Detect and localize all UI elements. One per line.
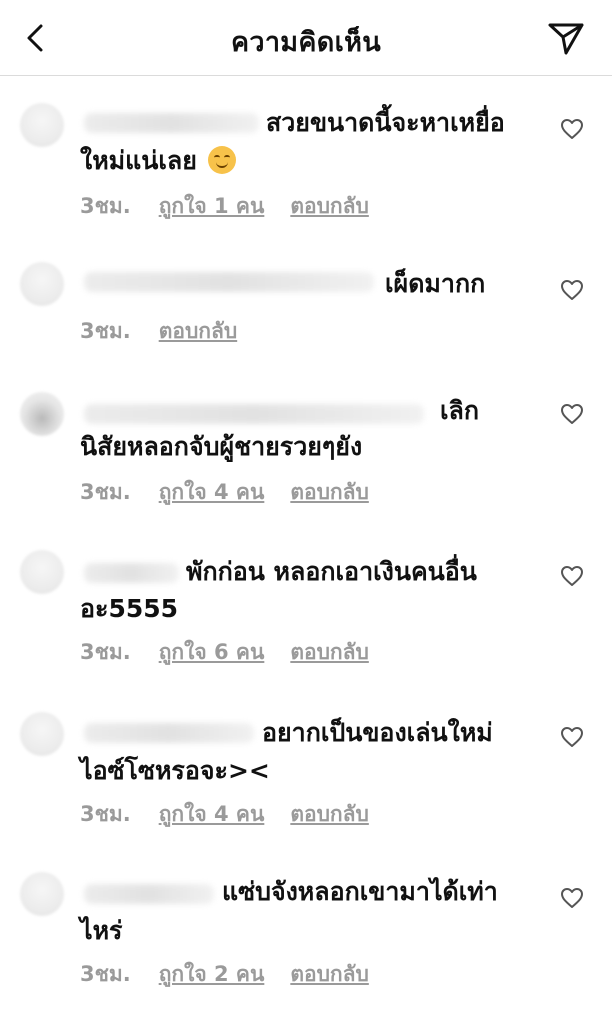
comment-text-cont: ไหร่ bbox=[80, 916, 123, 945]
comment-text-cont: นิสัยหลอกจับผู้ชายรวยๆยัง bbox=[80, 432, 363, 461]
comment-text: เผ็ดมากก bbox=[385, 269, 486, 298]
comment-text: พักก่อน หลอกเอาเงินคนอื่น bbox=[186, 557, 477, 586]
username-blurred[interactable] bbox=[84, 884, 214, 904]
comment-meta: 3ชม. ถูกใจ 1 คน ตอบกลับ bbox=[80, 190, 369, 223]
comment-meta: 3ชม. ถูกใจ 4 คน ตอบกลับ bbox=[80, 476, 369, 509]
username-blurred[interactable] bbox=[84, 272, 374, 292]
comment-text-cont: ใหม่แน่เลย bbox=[80, 142, 236, 180]
comment-text: เลิก bbox=[440, 396, 480, 425]
comment-text: แซ่บจังหลอกเขามาได้เท่า bbox=[222, 877, 498, 906]
heart-icon[interactable] bbox=[560, 118, 584, 140]
heart-icon[interactable] bbox=[560, 726, 584, 748]
comment-meta: 3ชม. ถูกใจ 4 คน ตอบกลับ bbox=[80, 798, 369, 831]
comment-time: 3ชม. bbox=[80, 480, 131, 504]
comment-time: 3ชม. bbox=[80, 194, 131, 218]
comment-time: 3ชม. bbox=[80, 640, 131, 664]
likes-link[interactable]: ถูกใจ 1 คน bbox=[159, 190, 265, 223]
username-blurred[interactable] bbox=[84, 563, 179, 583]
comment-text-line2: ใหม่แน่เลย bbox=[80, 146, 197, 175]
avatar[interactable] bbox=[20, 712, 64, 756]
comment-time: 3ชม. bbox=[80, 319, 131, 343]
username-blurred[interactable] bbox=[84, 723, 254, 743]
avatar[interactable] bbox=[20, 550, 64, 594]
comment-text-cont: ไอซ์โซหรอจะ>< bbox=[80, 756, 270, 785]
comment-text: สวยขนาดนี้จะหาเหยื่อ bbox=[266, 108, 505, 137]
likes-link[interactable]: ถูกใจ 6 คน bbox=[159, 636, 265, 669]
heart-icon[interactable] bbox=[560, 887, 584, 909]
username-blurred[interactable] bbox=[84, 404, 424, 424]
reply-link[interactable]: ตอบกลับ bbox=[290, 476, 369, 509]
avatar[interactable] bbox=[20, 262, 64, 306]
reply-link[interactable]: ตอบกลับ bbox=[290, 636, 369, 669]
send-icon bbox=[548, 23, 584, 55]
avatar[interactable] bbox=[20, 872, 64, 916]
heart-icon[interactable] bbox=[560, 565, 584, 587]
comment-text-cont: อะ5555 bbox=[80, 594, 179, 623]
comment-meta: 3ชม. ถูกใจ 6 คน ตอบกลับ bbox=[80, 636, 369, 669]
comment-meta: 3ชม. ตอบกลับ bbox=[80, 315, 237, 348]
comment-time: 3ชม. bbox=[80, 802, 131, 826]
comment-text: อยากเป็นของเล่นใหม่ bbox=[262, 718, 493, 747]
reply-link[interactable]: ตอบกลับ bbox=[290, 190, 369, 223]
reply-link[interactable]: ตอบกลับ bbox=[159, 315, 238, 348]
likes-link[interactable]: ถูกใจ 2 คน bbox=[159, 958, 265, 991]
woozy-face-emoji-icon bbox=[207, 146, 236, 174]
heart-icon[interactable] bbox=[560, 279, 584, 301]
likes-link[interactable]: ถูกใจ 4 คน bbox=[159, 798, 265, 831]
send-button[interactable] bbox=[546, 20, 586, 56]
page-title: ความคิดเห็น bbox=[231, 27, 381, 58]
reply-link[interactable]: ตอบกลับ bbox=[290, 958, 369, 991]
likes-link[interactable]: ถูกใจ 4 คน bbox=[159, 476, 265, 509]
avatar[interactable] bbox=[20, 392, 64, 436]
comment-time: 3ชม. bbox=[80, 962, 131, 986]
heart-icon[interactable] bbox=[560, 403, 584, 425]
username-blurred[interactable] bbox=[84, 113, 259, 133]
reply-link[interactable]: ตอบกลับ bbox=[290, 798, 369, 831]
avatar[interactable] bbox=[20, 103, 64, 147]
header-bar: ความคิดเห็น bbox=[0, 0, 612, 76]
comment-meta: 3ชม. ถูกใจ 2 คน ตอบกลับ bbox=[80, 958, 369, 991]
